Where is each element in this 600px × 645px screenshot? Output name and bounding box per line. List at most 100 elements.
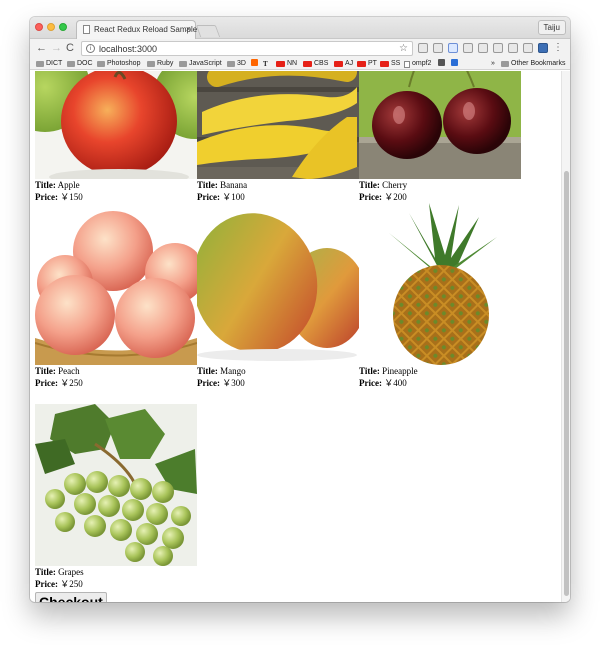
profile-button[interactable]: Taiju — [537, 20, 566, 35]
bookmark-dict[interactable]: DICT — [36, 59, 62, 69]
product-image-grapes — [35, 404, 197, 566]
product-image-banana — [197, 71, 359, 179]
bookmark-nn[interactable]: NN — [276, 59, 297, 69]
product-price-pineapple: ￥400 — [384, 378, 407, 388]
bookmark-ompf2[interactable]: ompf2 — [404, 59, 431, 69]
product-title-cherry: Cherry — [382, 180, 408, 190]
bookmark-ruby[interactable]: Ruby — [147, 59, 173, 69]
folder-icon — [147, 61, 155, 67]
folder-icon — [97, 61, 105, 67]
bookmark-nyt-icon[interactable]: T — [263, 59, 268, 69]
bookmark-doc[interactable]: DOC — [67, 59, 93, 69]
product-image-mango — [197, 203, 359, 365]
more-bookmarks-button[interactable]: » — [491, 59, 495, 69]
product-price-line: Price: ￥300 — [197, 377, 359, 389]
tab-close-icon[interactable]: × — [186, 24, 191, 34]
forward-button[interactable]: → — [51, 42, 62, 54]
zoom-window-button[interactable] — [59, 23, 67, 31]
price-label: Price: — [197, 378, 220, 388]
extension-circle-icon[interactable] — [478, 43, 488, 53]
product-price-line: Price: ￥250 — [35, 377, 197, 389]
page-viewport: Title: Apple Price: ￥150 Title: Banana P… — [30, 71, 570, 602]
scrollbar-thumb[interactable] — [564, 171, 569, 596]
extension-gray-icon[interactable] — [523, 43, 533, 53]
product-image-peach — [35, 203, 197, 365]
product-price-apple: ￥150 — [60, 192, 83, 202]
product-title-banana: Banana — [220, 180, 248, 190]
bookmark-javascript[interactable]: JavaScript — [179, 59, 222, 69]
folder-icon — [36, 61, 44, 67]
bookmark-cbs[interactable]: CBS — [303, 59, 328, 69]
product-title-line: Title: Mango — [197, 365, 359, 377]
folder-icon — [67, 61, 75, 67]
bookmark-pt[interactable]: PT — [357, 59, 377, 69]
title-label: Title: — [35, 180, 56, 190]
bookmark-num-icon[interactable] — [451, 59, 458, 66]
browser-menu-icon[interactable]: ⋮ — [553, 42, 563, 54]
product-item-banana: Title: Banana Price: ￥100 — [197, 71, 359, 203]
url-text: localhost:3000 — [99, 44, 158, 54]
bookmark-other-bookmarks[interactable]: Other Bookmarks — [501, 59, 565, 69]
tab-title: React Redux Reload Sample — [94, 25, 198, 34]
minimize-window-button[interactable] — [47, 23, 55, 31]
product-price-peach: ￥250 — [60, 378, 83, 388]
browser-tab[interactable]: React Redux Reload Sample × — [76, 20, 198, 40]
product-title-peach: Peach — [58, 366, 80, 376]
title-label: Title: — [197, 180, 218, 190]
extension-grid-icon[interactable] — [493, 43, 503, 53]
product-title-line: Title: Cherry — [359, 179, 521, 191]
info-icon[interactable]: i — [86, 44, 95, 53]
youtube-icon — [303, 61, 312, 67]
page-icon — [83, 25, 90, 34]
title-bar: React Redux Reload Sample × Taiju — [30, 17, 570, 40]
bookmark-cat-icon[interactable] — [438, 59, 445, 66]
price-label: Price: — [359, 192, 382, 202]
reload-button[interactable]: C — [66, 42, 74, 54]
browser-window: React Redux Reload Sample × Taiju ← → C … — [30, 17, 570, 602]
price-label: Price: — [359, 378, 382, 388]
new-tab-button[interactable] — [195, 25, 221, 37]
product-price-line: Price: ￥250 — [35, 578, 197, 590]
product-title-line: Title: Apple — [35, 179, 197, 191]
product-title-apple: Apple — [57, 180, 80, 190]
extension-ghost-icon[interactable] — [418, 43, 428, 53]
bookmark-aj[interactable]: AJ — [334, 59, 353, 69]
numbered-site-icon — [451, 59, 458, 66]
price-label: Price: — [35, 378, 58, 388]
product-price-line: Price: ￥200 — [359, 191, 521, 203]
title-label: Title: — [35, 567, 56, 577]
title-label: Title: — [359, 366, 380, 376]
bookmark-ss[interactable]: SS — [380, 59, 400, 69]
price-label: Price: — [197, 192, 220, 202]
product-price-grapes: ￥250 — [60, 579, 83, 589]
product-item-peach: Title: Peach Price: ￥250 — [35, 203, 197, 389]
extension-clock-icon[interactable] — [508, 43, 518, 53]
checkout-button[interactable]: Checkout — [35, 592, 107, 602]
folder-icon — [501, 61, 509, 67]
extension-blue-icon[interactable] — [448, 43, 458, 53]
price-label: Price: — [35, 192, 58, 202]
close-window-button[interactable] — [35, 23, 43, 31]
extension-list-icon[interactable] — [463, 43, 473, 53]
bookmark-star-icon[interactable]: ☆ — [399, 43, 408, 54]
product-item-apple: Title: Apple Price: ￥150 — [35, 71, 197, 203]
bookmark-3d[interactable]: 3D — [227, 59, 246, 69]
address-bar[interactable]: i localhost:3000 ☆ — [81, 41, 413, 56]
folder-icon — [227, 61, 235, 67]
extension-m-icon[interactable] — [538, 43, 548, 53]
bookmark-photoshop[interactable]: Photoshop — [97, 59, 140, 69]
vertical-scrollbar[interactable] — [561, 71, 570, 602]
y-site-icon — [251, 59, 258, 66]
product-item-grapes: Title: Grapes Price: ￥250 — [35, 404, 197, 590]
bookmarks-bar: DICT DOC Photoshop Ruby JavaScript 3D T … — [30, 58, 570, 70]
extension-info-icon[interactable] — [433, 43, 443, 53]
bookmark-y-icon[interactable] — [251, 59, 258, 66]
title-label: Title: — [359, 180, 380, 190]
product-image-apple — [35, 71, 197, 179]
product-item-cherry: Title: Cherry Price: ￥200 — [359, 71, 521, 203]
product-image-pineapple — [359, 203, 521, 365]
product-title-pineapple: Pineapple — [382, 366, 418, 376]
product-title-line: Title: Pineapple — [359, 365, 521, 377]
back-button[interactable]: ← — [36, 42, 47, 54]
product-item-pineapple: Title: Pineapple Price: ￥400 — [359, 203, 521, 389]
